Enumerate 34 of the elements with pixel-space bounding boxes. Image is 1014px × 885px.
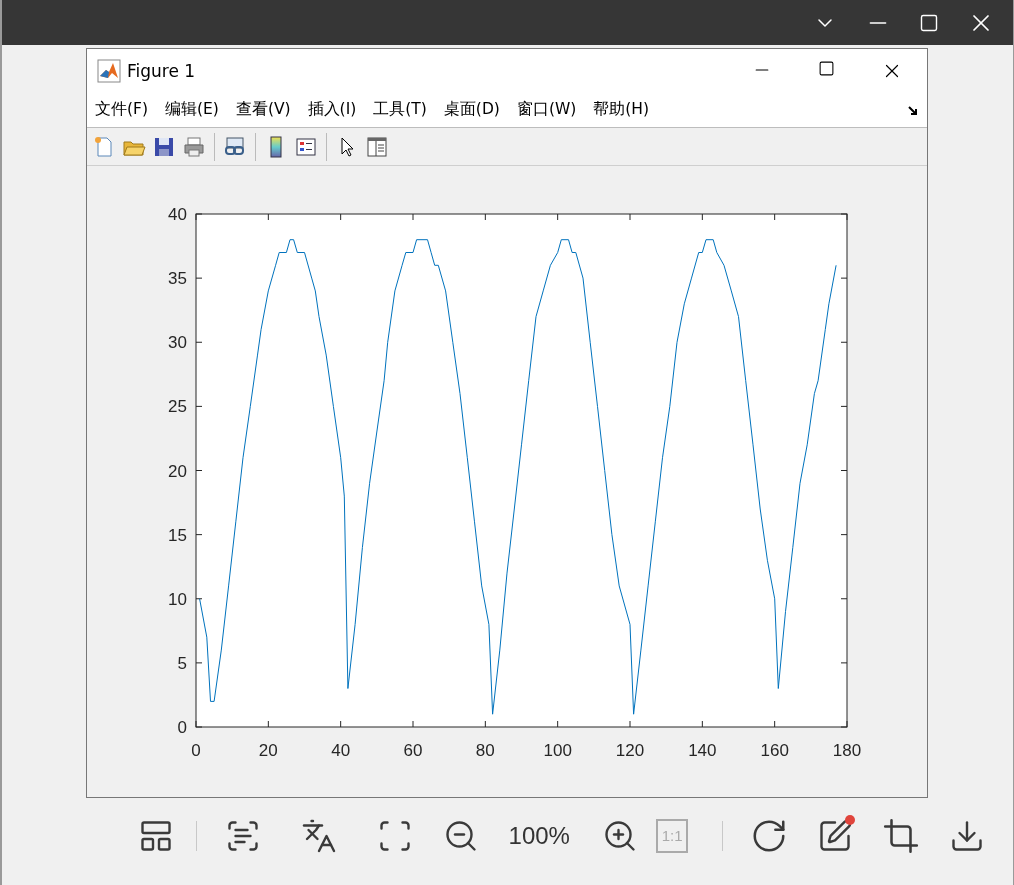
x-tick-label: 180 [832,741,862,760]
y-tick-label: 35 [168,269,187,289]
y-tick-label: 10 [168,589,187,609]
menu-item[interactable]: 文件(F) [95,99,156,120]
y-tick-label: 15 [168,525,187,545]
y-tick-label: 25 [168,397,187,417]
window-title: Figure 1 [127,60,197,81]
menu-item[interactable]: 查看(V) [235,99,299,120]
x-tick-label: 60 [403,741,423,760]
zoom-level: 100% [508,821,570,850]
print-icon[interactable] [182,134,206,159]
x-tick-label: 100 [543,741,572,760]
menu-item[interactable]: 帮助(H) [593,99,658,120]
maximize-icon[interactable] [919,12,939,33]
maximize-icon[interactable] [818,59,835,77]
y-tick-label: 30 [168,333,187,353]
x-tick-label: 80 [475,741,495,760]
menu-item[interactable]: 桌面(D) [443,99,508,120]
menu-item[interactable]: 工具(T) [373,99,435,120]
x-tick-label: 0 [191,741,201,760]
y-tick-label: 5 [177,653,187,673]
y-tick-label: 0 [177,718,187,737]
x-tick-label: 140 [688,741,717,760]
x-tick-label: 40 [331,741,351,760]
x-tick-label: 160 [760,741,789,760]
x-tick-label: 120 [615,741,645,760]
y-tick-label: 20 [168,461,187,481]
menu-item[interactable]: 插入(I) [307,99,365,120]
dock-arrow-icon[interactable] [907,105,919,117]
x-tick-label: 20 [258,741,278,760]
menu-item[interactable]: 编辑(E) [165,99,227,120]
y-tick-label: 40 [168,205,187,224]
property-panel-icon[interactable] [365,134,389,159]
menu-item[interactable]: 窗口(W) [516,99,585,120]
